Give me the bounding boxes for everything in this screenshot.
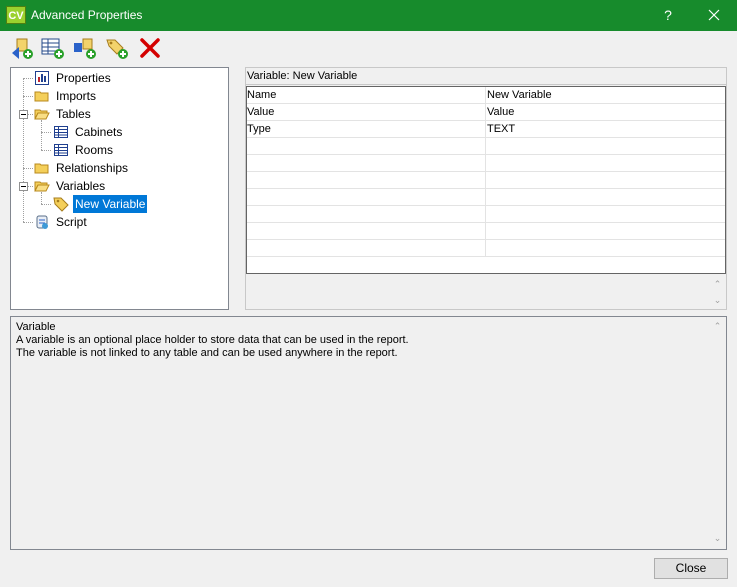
add-variable-icon <box>106 39 128 59</box>
table-row[interactable] <box>247 240 725 257</box>
folder-icon <box>34 91 49 102</box>
add-variable-button[interactable] <box>104 35 130 61</box>
scroll-up-icon[interactable]: ⌃ <box>709 279 726 290</box>
table-row[interactable] <box>247 223 725 240</box>
description-title: Variable <box>16 321 56 333</box>
property-value-cell[interactable]: New Variable <box>487 87 725 104</box>
add-properties-button[interactable] <box>9 35 35 61</box>
tree-connector <box>41 150 51 151</box>
property-value-cell[interactable] <box>487 206 725 223</box>
property-name-cell <box>247 206 486 223</box>
add-properties-icon <box>12 38 33 59</box>
add-relationship-icon <box>74 38 96 59</box>
description-text: The variable is not linked to any table … <box>16 347 398 359</box>
property-grid: Variable: New Variable Name New Variable… <box>245 67 727 310</box>
window-title: Advanced Properties <box>31 8 143 22</box>
variables-collapse-toggle[interactable] <box>19 182 28 191</box>
property-value-cell[interactable] <box>487 189 725 206</box>
tree-item-label: Script <box>56 215 87 229</box>
tree-connector <box>28 114 33 115</box>
tables-collapse-toggle[interactable] <box>19 110 28 119</box>
property-value-cell[interactable] <box>487 172 725 189</box>
scroll-up-icon[interactable]: ⌃ <box>709 321 726 332</box>
tree-item-label: Properties <box>56 71 111 85</box>
property-name-cell <box>247 155 486 172</box>
add-table-icon <box>41 38 64 59</box>
tree-item-label: Relationships <box>56 161 129 175</box>
tree-item-label: Rooms <box>75 143 114 157</box>
tree-connector <box>23 222 33 223</box>
property-value-cell[interactable] <box>487 155 725 172</box>
tree-item-label: Cabinets <box>75 125 123 139</box>
table-row[interactable] <box>247 189 725 206</box>
table-icon <box>54 144 68 156</box>
property-value-cell[interactable]: Value <box>487 104 725 121</box>
app-icon: CV <box>6 6 26 24</box>
table-row[interactable] <box>247 138 725 155</box>
tree-item-label: Variables <box>56 179 106 193</box>
table-row[interactable] <box>247 206 725 223</box>
table-row[interactable]: Type TEXT <box>247 121 725 138</box>
tree-connector <box>23 96 33 97</box>
property-name-cell <box>247 172 486 189</box>
property-value-cell[interactable] <box>487 240 725 257</box>
close-icon <box>708 9 720 21</box>
property-value-cell[interactable] <box>487 138 725 155</box>
table-row[interactable] <box>247 155 725 172</box>
tree-view[interactable]: Properties Imports Tables Cabinets Rooms… <box>10 67 229 310</box>
close-button[interactable]: Close <box>654 558 728 579</box>
property-name-cell: Value <box>247 104 486 121</box>
property-name-cell: Name <box>247 87 486 104</box>
folder-open-icon <box>34 109 50 120</box>
add-table-button[interactable] <box>40 35 66 61</box>
scroll-down-icon[interactable]: ⌄ <box>709 295 726 306</box>
delete-button[interactable] <box>137 35 163 61</box>
tree-connector <box>23 78 24 222</box>
property-name-cell <box>247 223 486 240</box>
tree-item-label: New Variable <box>73 195 148 213</box>
tree-connector <box>23 168 33 169</box>
description-panel: Variable A variable is an optional place… <box>10 316 727 550</box>
tree-connector <box>41 132 51 133</box>
table-icon <box>54 126 68 138</box>
title-bar: CV Advanced Properties ? <box>0 0 737 31</box>
tree-item-label: Tables <box>56 107 91 121</box>
script-icon <box>36 215 48 229</box>
property-name-cell <box>247 138 486 155</box>
properties-icon <box>35 71 49 85</box>
grid-scrollbar[interactable]: ⌃ ⌄ <box>709 275 726 309</box>
grid-header: Variable: New Variable <box>246 68 726 85</box>
table-row[interactable] <box>247 172 725 189</box>
property-value-cell[interactable] <box>487 223 725 240</box>
property-table[interactable]: Name New Variable Value Value Type TEXT <box>246 86 726 274</box>
tree-connector <box>41 204 51 205</box>
variable-tag-icon <box>53 197 69 212</box>
add-relationship-button[interactable] <box>72 35 98 61</box>
property-name-cell: Type <box>247 121 486 138</box>
tree-connector <box>28 186 33 187</box>
help-button[interactable]: ? <box>652 0 684 31</box>
tree-item-label: Imports <box>56 89 97 103</box>
property-name-cell <box>247 240 486 257</box>
property-value-cell[interactable]: TEXT <box>487 121 725 138</box>
description-scrollbar[interactable]: ⌃ ⌄ <box>709 317 726 549</box>
scroll-down-icon[interactable]: ⌄ <box>709 533 726 544</box>
tree-connector <box>23 78 33 79</box>
table-row[interactable]: Name New Variable <box>247 87 725 104</box>
delete-icon <box>140 38 160 58</box>
tree-connector <box>41 120 42 150</box>
folder-open-icon <box>34 181 50 192</box>
window-close-button[interactable] <box>694 0 734 31</box>
table-row[interactable]: Value Value <box>247 104 725 121</box>
description-text: A variable is an optional place holder t… <box>16 334 409 346</box>
property-name-cell <box>247 189 486 206</box>
folder-icon <box>34 163 49 174</box>
